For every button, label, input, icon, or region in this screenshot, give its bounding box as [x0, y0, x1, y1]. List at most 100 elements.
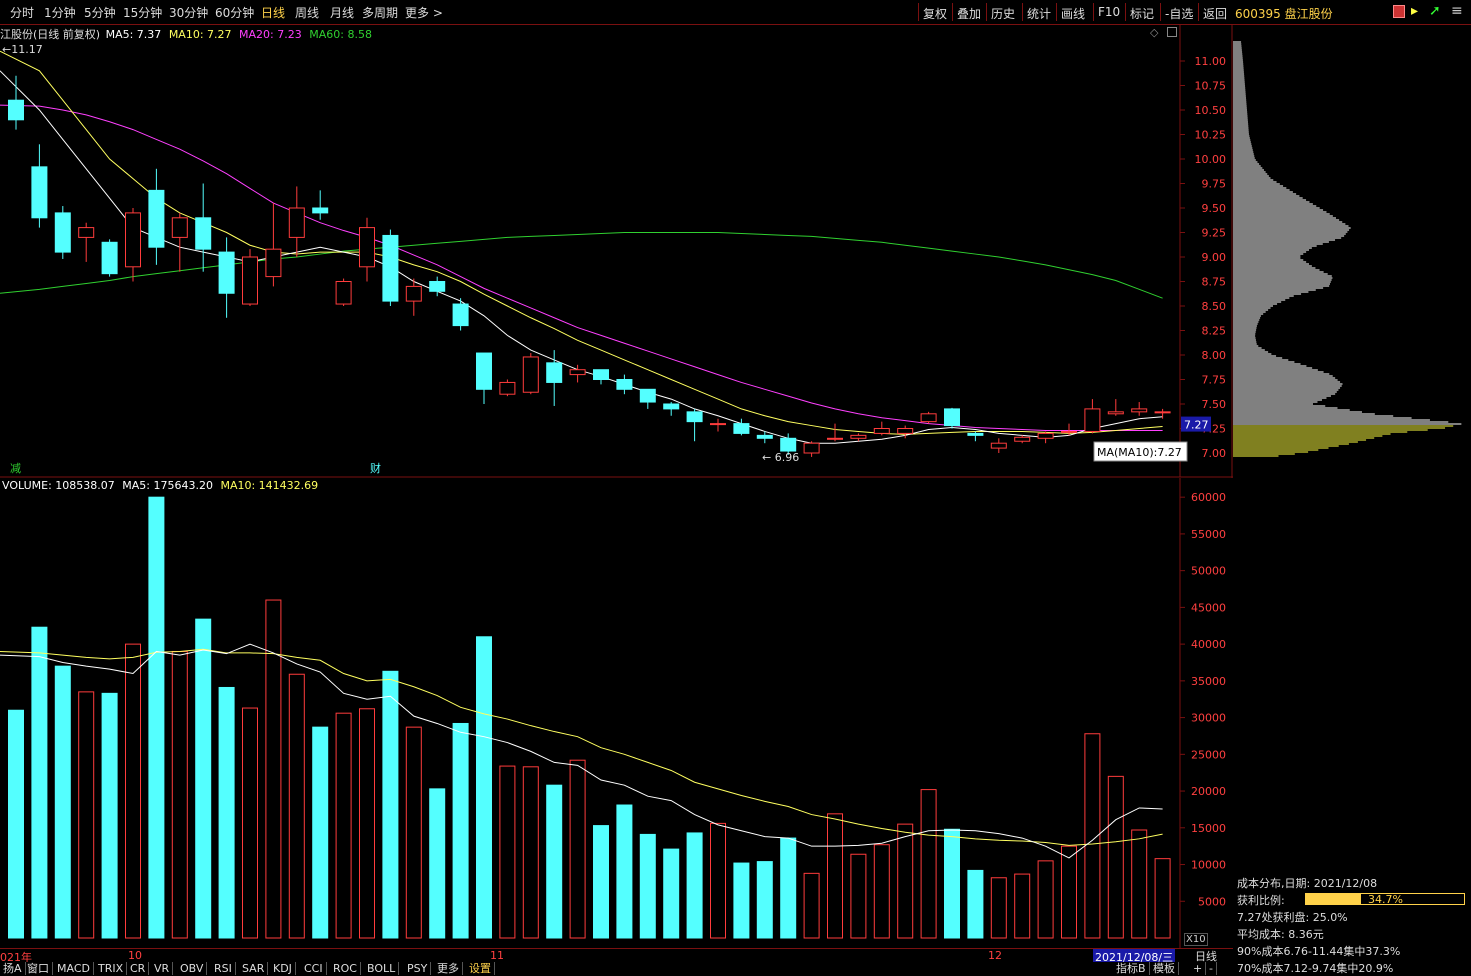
tab-8[interactable]: 月线: [330, 4, 354, 21]
profit-ratio-fill: [1306, 894, 1361, 904]
current-price-value: 7.27: [1184, 419, 1209, 432]
volume-bar: [1131, 829, 1148, 939]
candle-body: [803, 442, 820, 454]
price-tick-label: 11.00: [1195, 55, 1227, 68]
period-toolbar: 分时 1分钟 5分钟 15分钟 30分钟 60分钟 日线 周线 月线 多周期 更多 > 复权 叠加 历史…: [0, 0, 1233, 25]
indicator-tab-0[interactable]: 扬A: [0, 962, 26, 975]
volume-bar: [522, 766, 539, 939]
indicator-tab-14[interactable]: 更多: [434, 962, 463, 975]
volume-bar: [663, 848, 680, 939]
volume-tick-label: 10000: [1191, 859, 1226, 872]
volume-bar: [897, 823, 914, 939]
tab-5[interactable]: 60分钟: [215, 4, 254, 21]
toolbar-btn-5[interactable]: F10: [1093, 3, 1125, 21]
indicator-tab-11[interactable]: ROC: [330, 962, 361, 975]
stock-code-name: 600395 盘江股份: [1235, 7, 1333, 21]
toolbar-btn-0[interactable]: 复权: [918, 3, 952, 21]
volume-bar: [944, 828, 960, 939]
toolbar-btn-6[interactable]: 标记: [1125, 3, 1160, 21]
indicator-tab-5[interactable]: VR: [151, 962, 174, 975]
event-marker-finance[interactable]: 财: [370, 461, 381, 475]
price-tick-label: 10.75: [1195, 80, 1227, 93]
arrow-icon[interactable]: ➚: [1429, 3, 1441, 19]
toolbar-btn-1[interactable]: 叠加: [952, 3, 986, 21]
candle-body: [733, 423, 750, 434]
candle-body: [1037, 432, 1054, 439]
volume-bar: [1154, 858, 1171, 939]
candle-body: [897, 428, 914, 434]
indicator-tab-15[interactable]: 设置: [466, 962, 495, 975]
tab-10[interactable]: 更多 >: [405, 4, 443, 21]
indicator-tab-12[interactable]: BOLL: [364, 962, 400, 975]
candle-body: [616, 379, 633, 390]
indicator-tab-3[interactable]: TRIX: [95, 962, 128, 975]
cost-line5: 90%成本6.76-11.44集中37.3%: [1237, 945, 1401, 958]
candle-body: [920, 413, 937, 423]
indicator-tab-13[interactable]: PSY: [404, 962, 432, 975]
x-label-nov: 11: [490, 949, 504, 962]
toolbar-btn-3[interactable]: 统计: [1022, 3, 1056, 21]
candle-body: [312, 207, 329, 214]
volume-bar: [967, 869, 984, 939]
date-box: 2021/12/08/三: [1093, 949, 1176, 964]
ma-tooltip-text: MA(MA10):7.27: [1097, 446, 1182, 459]
volume-bar: [1014, 873, 1031, 939]
candle-body: [639, 388, 656, 403]
price-tick-label: 8.75: [1202, 276, 1227, 289]
tab-9[interactable]: 多周期: [362, 4, 398, 21]
notes-icon[interactable]: [1393, 5, 1405, 18]
candle-body: [686, 411, 703, 423]
price-tick-label: 9.75: [1202, 178, 1227, 191]
toolbar-btn-2[interactable]: 历史: [986, 3, 1022, 21]
tab-6[interactable]: 日线: [261, 4, 285, 21]
price-tick-label: 7.00: [1202, 447, 1227, 460]
volume-tick-label: 35000: [1191, 675, 1226, 688]
flag-icon[interactable]: ▸: [1411, 3, 1418, 19]
cost-line3: 7.27处获利盘: 25.0%: [1237, 911, 1348, 924]
candle-body: [148, 189, 165, 248]
candle-body: [429, 281, 446, 292]
bottom-right-btn-3[interactable]: 模板: [1150, 962, 1179, 975]
indicator-tab-1[interactable]: 窗口: [24, 962, 53, 975]
volume-bar: [242, 707, 258, 939]
ma20-line: [0, 104, 1163, 431]
indicator-tab-8[interactable]: SAR: [239, 962, 269, 975]
indicator-tab-7[interactable]: RSI: [211, 962, 236, 975]
tab-4[interactable]: 30分钟: [169, 4, 208, 21]
volume-bar: [359, 708, 375, 939]
toolbar-btn-4[interactable]: 画线: [1056, 3, 1093, 21]
toolbar-btn-7[interactable]: -自选: [1160, 3, 1198, 21]
cost-distribution-panel: 成本分布,日期: 2021/12/08 获利比例: 34.7% 7.27处获利盘…: [1233, 872, 1471, 975]
indicator-tab-9[interactable]: KDJ: [270, 962, 296, 975]
volume-bar: [78, 691, 95, 939]
candle-body: [218, 251, 235, 294]
menu-icon[interactable]: ≡: [1451, 3, 1463, 19]
tab-7[interactable]: 周线: [295, 4, 319, 21]
indicator-tab-2[interactable]: MACD: [54, 962, 94, 975]
indicator-tab-4[interactable]: CR: [127, 962, 150, 975]
candle-body: [1107, 411, 1124, 415]
indicator-tab-6[interactable]: OBV: [177, 962, 208, 975]
candle-body: [476, 352, 492, 390]
candle-body: [1014, 436, 1031, 442]
toolbar-btn-8[interactable]: 返回: [1198, 3, 1233, 21]
bottom-right-btn-0[interactable]: +: [1190, 962, 1207, 975]
bottom-right-btn-1[interactable]: -: [1206, 962, 1217, 975]
volume-bar: [569, 759, 586, 939]
volume-tick-label: 20000: [1191, 785, 1226, 798]
candle-body: [710, 423, 726, 426]
tab-2[interactable]: 5分钟: [84, 4, 116, 21]
indicator-tab-10[interactable]: CCI: [301, 962, 327, 975]
tab-1[interactable]: 1分钟: [44, 4, 76, 21]
volume-bar: [850, 853, 867, 939]
event-marker-reduce[interactable]: 减: [10, 462, 21, 475]
price-chart[interactable]: 11.00 10.75 10.50 10.25 10.00 9.75 9.50 9.25 9.0…: [0, 24, 1233, 478]
candle-body: [850, 434, 867, 439]
volume-bar: [780, 837, 797, 939]
tab-3[interactable]: 15分钟: [123, 4, 162, 21]
volume-bar: [710, 822, 726, 939]
bottom-right-btn-2[interactable]: 指标B: [1113, 962, 1150, 975]
volume-bar: [616, 804, 633, 939]
tab-0[interactable]: 分时: [10, 4, 34, 21]
volume-chart[interactable]: 60000 55000 50000 45000 40000 35000 30000 25000…: [0, 478, 1233, 948]
